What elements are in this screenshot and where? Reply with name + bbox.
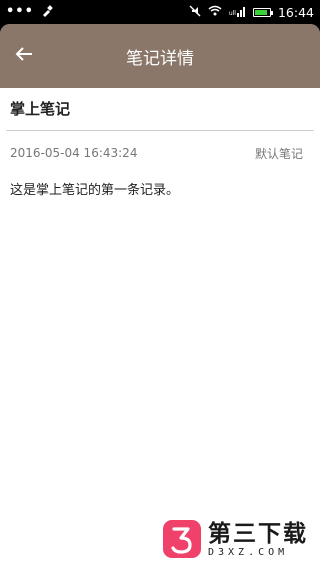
watermark: 第三下载 D3XZ.COM [162, 519, 308, 559]
note-datetime: 2016-05-04 16:43:24 [10, 146, 138, 160]
note-content: 这是掌上笔记的第一条记录。 [10, 183, 180, 198]
page-title: 笔记详情 [126, 48, 194, 69]
battery-level [254, 9, 267, 15]
mute-icon [189, 5, 201, 20]
signal-icon: ull [229, 7, 246, 17]
toolbar: 笔记详情 [0, 24, 320, 88]
watermark-url: D3XZ.COM [208, 546, 289, 558]
status-bar: ••• ull 16:44 [0, 0, 320, 24]
battery-icon [252, 7, 273, 17]
watermark-text: 第三下载 D3XZ.COM [208, 521, 308, 558]
clock: 16:44 [277, 4, 314, 20]
notification-dots: ••• [6, 4, 34, 19]
d3xz-logo-icon [162, 519, 202, 559]
note-category: 默认笔记 [254, 146, 303, 161]
note-title: 掌上笔记 [6, 88, 314, 131]
watermark-name: 第三下载 [208, 520, 308, 547]
note-meta: 2016-05-04 16:43:24 默认笔记 [0, 131, 320, 175]
usb-icon [41, 4, 53, 20]
back-button[interactable] [8, 40, 40, 72]
note-detail-screen: 笔记详情 掌上笔记 2016-05-04 16:43:24 默认笔记 这是掌上笔… [0, 24, 320, 569]
arrow-left-icon [15, 46, 33, 66]
wifi-icon [208, 5, 222, 19]
